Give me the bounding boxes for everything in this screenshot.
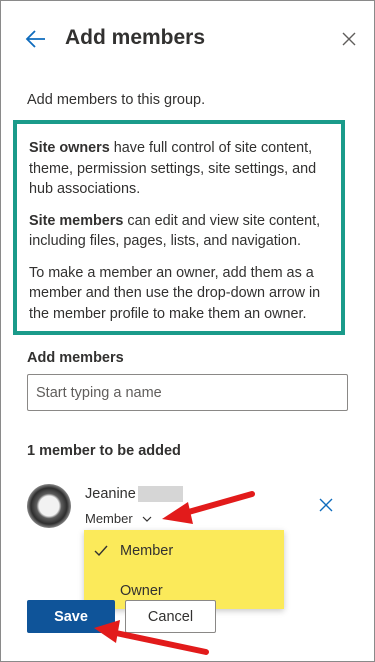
close-icon[interactable] [340,30,358,48]
cancel-button[interactable]: Cancel [125,600,216,633]
arrow-left-icon[interactable] [24,27,48,51]
add-members-label: Add members [27,350,124,366]
role-option-label: Member [120,543,174,559]
chevron-down-icon [142,516,152,522]
avatar [27,484,71,528]
redacted-surname [138,486,183,502]
checkmark-icon [94,545,108,557]
member-name: Jeanine [85,486,136,502]
remove-member-icon[interactable] [318,497,334,513]
role-dropdown-button[interactable]: Member [85,511,152,526]
name-search-input[interactable] [27,374,348,411]
members-description: Site members can edit and view site cont… [29,212,321,250]
owners-description: Site owners have full control of site co… [29,140,317,197]
info-box: Site owners have full control of site co… [13,120,345,335]
role-label: Member [85,511,133,526]
role-option-label: Owner [120,583,163,599]
intro-text: Add members to this group. [27,92,206,108]
owner-tip: To make a member an owner, add them as a… [29,264,321,322]
panel-title: Add members [65,26,206,49]
role-option-member[interactable]: Member [84,532,284,570]
pending-count-label: 1 member to be added [27,443,181,459]
save-button[interactable]: Save [27,600,115,633]
role-menu: Member Owner [84,530,284,609]
